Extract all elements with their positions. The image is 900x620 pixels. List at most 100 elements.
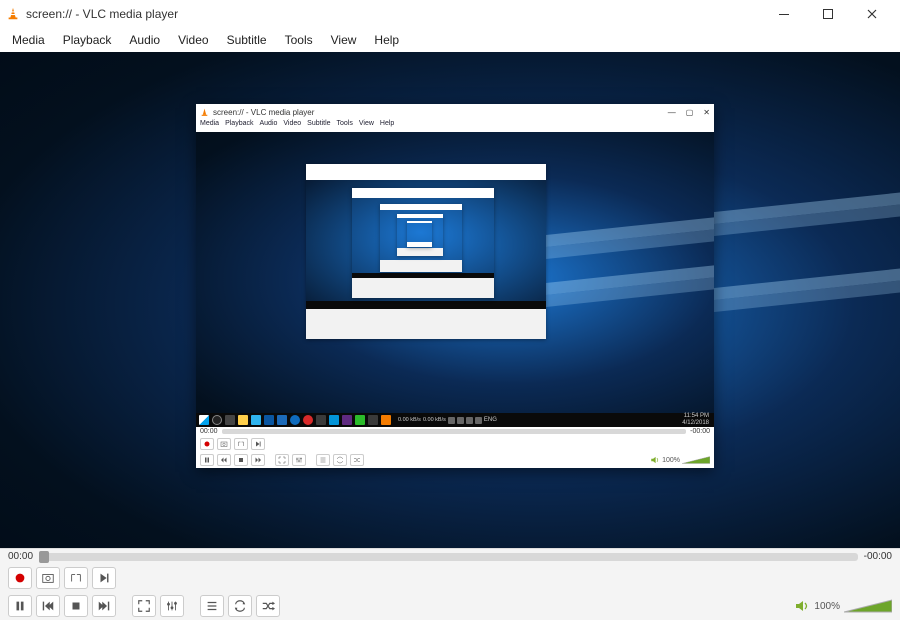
volume-slider[interactable]: [844, 598, 892, 614]
menu-playback[interactable]: Playback: [55, 31, 120, 49]
inner-menu-tools: Tools: [337, 120, 353, 132]
mail-icon: [264, 415, 274, 425]
recursion-depth-6: [407, 221, 432, 247]
inner-shuffle-button: [350, 454, 364, 466]
store-icon: [251, 415, 261, 425]
app-icon-1: [316, 415, 326, 425]
inner-menu-video: Video: [283, 120, 301, 132]
inner-maximize-button: ▢: [686, 108, 694, 117]
inner-vlc-window: screen:// - VLC media player — ▢ ✕ Media…: [196, 104, 714, 468]
net-up-label: 0.00 kB/s: [398, 417, 421, 423]
loop-button[interactable]: [228, 595, 252, 617]
inner-frame-step-button: [251, 438, 265, 450]
inner-elapsed-time: 00:00: [200, 428, 218, 435]
tray-icon: [448, 417, 455, 424]
extended-settings-button[interactable]: [160, 595, 184, 617]
playlist-button[interactable]: [200, 595, 224, 617]
vlc-cone-icon: [6, 7, 20, 21]
volume-value: 100%: [814, 601, 840, 612]
snapshot-button[interactable]: [36, 567, 60, 589]
tray-icon: [466, 417, 473, 424]
inner-close-button: ✕: [703, 108, 710, 117]
capture-controls-row: [0, 564, 900, 592]
app-icon-4: [355, 415, 365, 425]
shuffle-button[interactable]: [256, 595, 280, 617]
inner-ext-settings-button: [292, 454, 306, 466]
inner-menu-media: Media: [200, 120, 219, 132]
record-button[interactable]: [8, 567, 32, 589]
inner-menu-help: Help: [380, 120, 394, 132]
time-row: 00:00 -00:00: [0, 549, 900, 564]
inner-title-bar: screen:// - VLC media player — ▢ ✕: [196, 104, 714, 120]
speaker-icon: [650, 455, 660, 465]
remaining-time: -00:00: [864, 551, 892, 562]
pause-button[interactable]: [8, 595, 32, 617]
menu-tools[interactable]: Tools: [277, 31, 321, 49]
inner-menu-playback: Playback: [225, 120, 253, 132]
elapsed-time: 00:00: [8, 551, 33, 562]
task-view-icon: [225, 415, 235, 425]
keyboard-lang: ENG: [484, 417, 497, 423]
inner-previous-button: [217, 454, 231, 466]
inner-menu-audio: Audio: [259, 120, 277, 132]
seek-knob[interactable]: [39, 551, 49, 563]
next-button[interactable]: [92, 595, 116, 617]
vlc-cone-icon: [200, 108, 209, 117]
clock-time: 11:54 PM: [682, 413, 709, 420]
inner-menu-view: View: [359, 120, 374, 132]
previous-button[interactable]: [36, 595, 60, 617]
inner-window-title: screen:// - VLC media player: [213, 108, 314, 117]
system-tray: 0.00 kB/s 0.00 kB/s ENG: [398, 417, 497, 424]
inner-main-controls: 100%: [196, 452, 714, 468]
menu-media[interactable]: Media: [4, 31, 53, 49]
inner-volume-slider: [682, 455, 710, 465]
maximize-button[interactable]: [806, 0, 850, 28]
inner-atob-button: [234, 438, 248, 450]
start-button-icon: [199, 415, 209, 425]
file-explorer-icon: [238, 415, 248, 425]
inner-menu-bar: Media Playback Audio Video Subtitle Tool…: [196, 120, 714, 132]
tray-icon: [475, 417, 482, 424]
volume-section: 100%: [794, 598, 892, 614]
inner-remaining-time: -00:00: [690, 428, 710, 435]
inner-record-button: [200, 438, 214, 450]
tray-icon: [457, 417, 464, 424]
menu-help[interactable]: Help: [366, 31, 407, 49]
menu-bar: Media Playback Audio Video Subtitle Tool…: [0, 28, 900, 52]
photos-icon: [277, 415, 287, 425]
menu-audio[interactable]: Audio: [121, 31, 168, 49]
app-icon-3: [342, 415, 352, 425]
app-icon-2: [329, 415, 339, 425]
video-area: screen:// - VLC media player — ▢ ✕ Media…: [0, 52, 900, 558]
menu-video[interactable]: Video: [170, 31, 216, 49]
inner-volume-value: 100%: [662, 457, 680, 464]
inner-capture-row: [196, 436, 714, 452]
atob-loop-button[interactable]: [64, 567, 88, 589]
close-button[interactable]: [850, 0, 894, 28]
stop-button[interactable]: [64, 595, 88, 617]
speaker-icon[interactable]: [794, 598, 810, 614]
opera-icon: [303, 415, 313, 425]
menu-subtitle[interactable]: Subtitle: [219, 31, 275, 49]
menu-view[interactable]: View: [323, 31, 365, 49]
seek-bar[interactable]: [39, 553, 858, 561]
inner-seek-bar: [222, 429, 687, 434]
main-controls-row: 100%: [0, 592, 900, 620]
inner-loop-button: [333, 454, 347, 466]
minimize-button[interactable]: [762, 0, 806, 28]
inner-stop-button: [234, 454, 248, 466]
app-icon-5: [368, 415, 378, 425]
controls-panel: 00:00 -00:00 100%: [0, 548, 900, 620]
cortana-icon: [212, 415, 222, 425]
clock-date: 4/12/2018: [682, 420, 709, 427]
net-dn-label: 0.00 kB/s: [423, 417, 446, 423]
fullscreen-button[interactable]: [132, 595, 156, 617]
edge-icon: [290, 415, 300, 425]
inner-minimize-button: —: [668, 108, 676, 117]
inner-volume-section: 100%: [650, 455, 710, 465]
frame-step-button[interactable]: [92, 567, 116, 589]
inner-fullscreen-button: [275, 454, 289, 466]
inner-next-button: [251, 454, 265, 466]
inner-playlist-button: [316, 454, 330, 466]
taskbar-clock: 11:54 PM 4/12/2018: [682, 413, 711, 427]
